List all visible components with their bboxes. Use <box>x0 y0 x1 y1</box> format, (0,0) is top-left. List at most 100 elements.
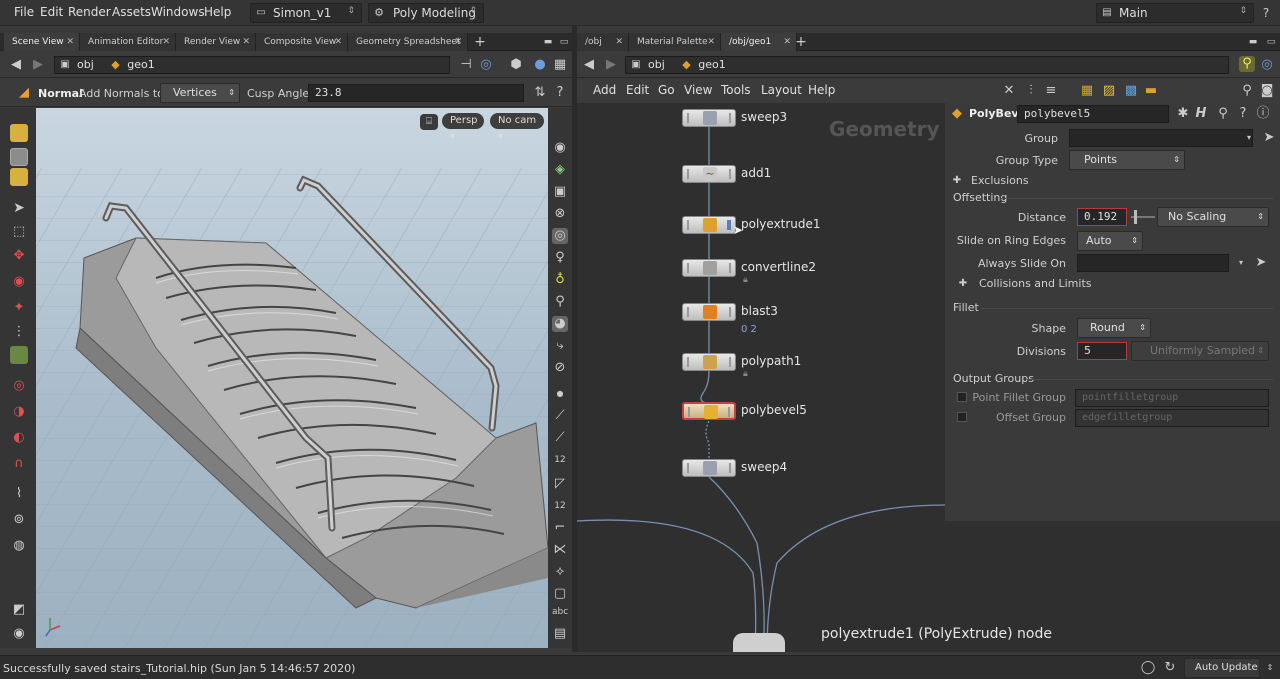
network-menu-layout[interactable]: Layout <box>761 83 802 97</box>
shape-dropdown[interactable]: Round ⇕ <box>1077 318 1151 338</box>
auto-update-dropdown[interactable]: Auto Update <box>1184 658 1260 678</box>
slide-ring-dropdown[interactable]: Auto ⇕ <box>1077 231 1143 251</box>
sticky-note-icon[interactable]: ▨ <box>1101 83 1117 99</box>
scaling-dropdown[interactable]: No Scaling ⇕ <box>1157 207 1269 227</box>
maximize-icon[interactable]: ▭ <box>556 34 572 50</box>
expand-icon[interactable]: ✚ <box>949 173 965 189</box>
menu-help[interactable]: Help <box>204 5 231 19</box>
list-icon[interactable]: ≡ <box>1043 83 1059 99</box>
exclusions-folder[interactable]: Exclusions <box>971 174 1029 187</box>
snap-icon[interactable]: ⋮ <box>11 324 27 340</box>
houdini-help-icon[interactable]: H <box>1193 106 1209 122</box>
magnet-icon[interactable]: ◎ <box>11 378 27 394</box>
takes-dropdown[interactable]: ▤ Main ⇕ <box>1096 3 1254 23</box>
desktop-dropdown[interactable]: ▭ Simon_v1 ⇕ <box>250 3 362 23</box>
back-arrow-icon[interactable]: ◀ <box>8 57 24 73</box>
node-sweep4[interactable] <box>682 459 736 477</box>
menu-windows[interactable]: Windows <box>151 5 205 19</box>
network-menu-add[interactable]: Add <box>593 83 616 97</box>
record-icon[interactable]: ⊚ <box>11 512 27 528</box>
lock-icon[interactable]: ▣ <box>552 184 568 200</box>
node-name-field[interactable]: polybevel5 <box>1017 105 1169 123</box>
link-icon[interactable]: ◎ <box>1259 57 1275 73</box>
render-icon[interactable]: ◕ <box>552 316 568 332</box>
light-icon[interactable]: ♀ <box>552 250 568 266</box>
node-merge-partial[interactable] <box>733 633 785 652</box>
handles-toggle-icon[interactable]: ◩ <box>11 602 27 618</box>
view-tool-icon[interactable] <box>10 346 28 364</box>
select-icon[interactable] <box>10 124 28 142</box>
pane-menu-icon[interactable]: ▬ <box>540 34 556 50</box>
sphere-icon[interactable]: ● <box>532 57 548 73</box>
tab-animation-editor[interactable]: Animation Editor ✕ <box>80 33 176 51</box>
pointer-icon[interactable]: ➤ <box>11 200 27 216</box>
search-icon[interactable]: ⚲ <box>1215 106 1231 122</box>
forward-arrow-icon[interactable]: ▶ <box>603 57 619 73</box>
visibility-icon[interactable]: ⊘ <box>552 360 568 376</box>
info-icon[interactable]: ⓘ <box>1255 106 1271 122</box>
select-arrow-icon[interactable]: ➤ <box>1261 130 1277 146</box>
back-arrow-icon[interactable]: ◀ <box>581 57 597 73</box>
help-icon[interactable]: ? <box>552 85 568 101</box>
lock-camera-icon[interactable]: ⌸ <box>420 114 438 130</box>
number-icon[interactable]: 12 <box>552 452 568 468</box>
more-icon[interactable]: ▤ <box>552 626 568 642</box>
magnet-icon[interactable]: ∩ <box>11 456 27 472</box>
wrench-icon[interactable]: ✕ <box>1001 83 1017 99</box>
tab-geometry-spreadsheet[interactable]: Geometry Spreadsheet ✕ <box>348 33 468 51</box>
refresh-icon[interactable]: ↻ <box>1162 660 1178 676</box>
camera-icon[interactable]: ◙ <box>1259 83 1275 99</box>
number-icon[interactable]: 12 <box>552 498 568 514</box>
scene-viewport[interactable]: ⌸ Persp ▾ No cam ▾ <box>36 108 548 648</box>
chat-icon[interactable]: ◯ <box>1140 660 1156 676</box>
network-menu-help[interactable]: Help <box>808 83 835 97</box>
rotate-icon[interactable]: ✥ <box>11 248 27 264</box>
menu-file[interactable]: File <box>14 5 34 19</box>
snap-icon[interactable]: ⤷ <box>552 338 568 354</box>
forward-arrow-icon[interactable]: ▶ <box>30 57 46 73</box>
transform-icon[interactable] <box>10 148 28 166</box>
scale-icon[interactable]: ◉ <box>11 274 27 290</box>
sort-icon[interactable]: ⇅ <box>532 85 548 101</box>
no-cam-menu[interactable]: No cam ▾ <box>490 113 544 142</box>
tab-obj-geo1[interactable]: /obj/geo1 ✕ <box>721 33 797 51</box>
shading-icon[interactable]: ◈ <box>552 162 568 178</box>
group-field[interactable] <box>1069 129 1253 147</box>
branch-icon[interactable]: ⟡ <box>552 564 568 580</box>
node-convertline2[interactable] <box>682 259 736 277</box>
expand-icon[interactable]: ✚ <box>955 276 971 292</box>
eye-icon[interactable]: ◉ <box>552 140 568 156</box>
help-icon[interactable]: ? <box>1235 106 1251 122</box>
vector-icon[interactable]: ⟋ <box>552 430 568 446</box>
offset-group-field[interactable]: edgefilletgroup <box>1075 409 1269 427</box>
magnet-icon[interactable]: ◑ <box>11 404 27 420</box>
collisions-folder[interactable]: Collisions and Limits <box>979 277 1092 290</box>
select-arrow-icon[interactable]: ➤ <box>1253 255 1269 271</box>
menu-assets[interactable]: Assets <box>112 5 151 19</box>
chevron-down-icon[interactable]: ▾ <box>1233 255 1249 271</box>
handle-icon[interactable] <box>10 168 28 186</box>
cube-icon[interactable]: ⬢ <box>508 57 524 73</box>
camera-icon[interactable]: ◍ <box>11 538 27 554</box>
settings-icon[interactable]: ◉ <box>11 626 27 642</box>
cusp-angle-field[interactable]: 23.8 <box>308 84 524 102</box>
node-sweep3[interactable] <box>682 109 736 127</box>
node-polypath1[interactable] <box>682 353 736 371</box>
path-field[interactable]: ▣ obj ◆ geo1 <box>54 56 450 74</box>
lightbulb-icon[interactable]: ♁ <box>552 272 568 288</box>
pin-icon[interactable]: ⚲ <box>1239 56 1255 72</box>
move-icon[interactable]: ⬚ <box>11 224 27 240</box>
grid-icon[interactable]: ▦ <box>1079 83 1095 99</box>
ghost-icon[interactable]: ⊗ <box>552 206 568 222</box>
node-blast3[interactable] <box>682 303 736 321</box>
chevron-down-icon[interactable]: ⇕ <box>1262 660 1278 676</box>
box-icon[interactable]: ▬ <box>1143 83 1159 99</box>
network-menu-tools[interactable]: Tools <box>721 83 751 97</box>
bbox-icon[interactable]: ▢ <box>552 586 568 602</box>
divisions-field[interactable]: 5 <box>1077 342 1127 360</box>
tab-composite-view[interactable]: Composite View ✕ <box>256 33 348 51</box>
image-icon[interactable]: ▩ <box>1123 83 1139 99</box>
network-menu-edit[interactable]: Edit <box>626 83 649 97</box>
point-fillet-field[interactable]: pointfilletgroup <box>1075 389 1269 407</box>
search-icon[interactable]: ⚲ <box>1239 83 1255 99</box>
